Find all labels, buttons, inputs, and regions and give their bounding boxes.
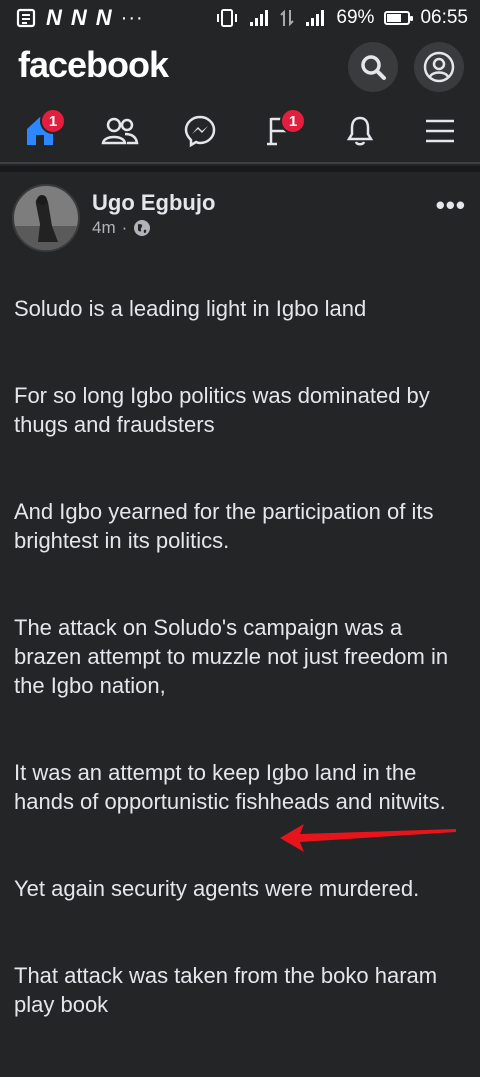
battery-percent: 69% bbox=[336, 7, 375, 28]
avatar-image bbox=[14, 186, 78, 250]
data-transfer-icon bbox=[280, 9, 295, 27]
post-meta: 4m · bbox=[92, 218, 151, 238]
tab-groups[interactable]: 1 bbox=[250, 103, 310, 159]
tab-menu[interactable] bbox=[410, 103, 470, 159]
groups-badge: 1 bbox=[280, 108, 306, 134]
red-arrow-annotation bbox=[280, 824, 456, 852]
vibrate-icon bbox=[217, 9, 238, 27]
status-bar: N N N ··· 69% 06:55 bbox=[0, 0, 480, 36]
post-paragraph-6: Yet again security agents were murdered. bbox=[14, 876, 420, 901]
tab-notifications[interactable] bbox=[330, 103, 390, 159]
author-name[interactable]: Ugo Egbujo bbox=[92, 190, 215, 216]
notification-n-2: N bbox=[70, 5, 87, 30]
home-badge: 1 bbox=[40, 108, 66, 134]
tab-home[interactable]: 1 bbox=[10, 103, 70, 159]
post-paragraph-4: The attack on Soludo's campaign was a br… bbox=[14, 615, 449, 698]
clock: 06:55 bbox=[420, 7, 468, 28]
document-icon bbox=[16, 8, 36, 28]
search-button[interactable] bbox=[348, 42, 398, 92]
profile-button[interactable] bbox=[414, 42, 464, 92]
app-header: facebook bbox=[0, 36, 480, 100]
battery-icon bbox=[384, 11, 414, 25]
feed-separator bbox=[0, 166, 480, 172]
post-paragraph-7: That attack was taken from the boko hara… bbox=[14, 963, 438, 1017]
facebook-logo[interactable]: facebook bbox=[18, 44, 169, 86]
tab-friends[interactable] bbox=[90, 103, 150, 159]
profile-icon bbox=[423, 51, 455, 83]
status-left: N N N ··· bbox=[0, 5, 144, 31]
more-notifications-icon: ··· bbox=[120, 6, 144, 29]
search-icon bbox=[361, 55, 386, 80]
menu-icon bbox=[426, 119, 454, 143]
tab-bar: 1 1 bbox=[0, 100, 480, 164]
bell-icon bbox=[346, 116, 374, 146]
meta-separator: · bbox=[121, 218, 128, 237]
notification-n-3: N bbox=[95, 5, 112, 30]
notification-n-1: N bbox=[46, 5, 62, 30]
friends-icon bbox=[101, 117, 139, 145]
post-time[interactable]: 4m bbox=[92, 218, 116, 238]
tab-messenger[interactable] bbox=[170, 103, 230, 159]
more-options-button[interactable]: ••• bbox=[436, 190, 466, 221]
status-right: 69% 06:55 bbox=[216, 0, 468, 36]
signal-1-icon bbox=[250, 10, 269, 26]
post-body: Soludo is a leading light in Igbo land F… bbox=[14, 265, 470, 1077]
signal-2-icon bbox=[306, 10, 325, 26]
post-paragraph-1: Soludo is a leading light in Igbo land bbox=[14, 296, 367, 321]
post-paragraph-5: It was an attempt to keep Igbo land in t… bbox=[14, 760, 446, 814]
author-avatar[interactable] bbox=[12, 184, 80, 252]
post-paragraph-2: For so long Igbo politics was dominated … bbox=[14, 383, 430, 437]
messenger-icon bbox=[184, 115, 216, 148]
post-paragraph-3: And Igbo yearned for the participation o… bbox=[14, 499, 434, 553]
globe-icon bbox=[134, 220, 151, 236]
